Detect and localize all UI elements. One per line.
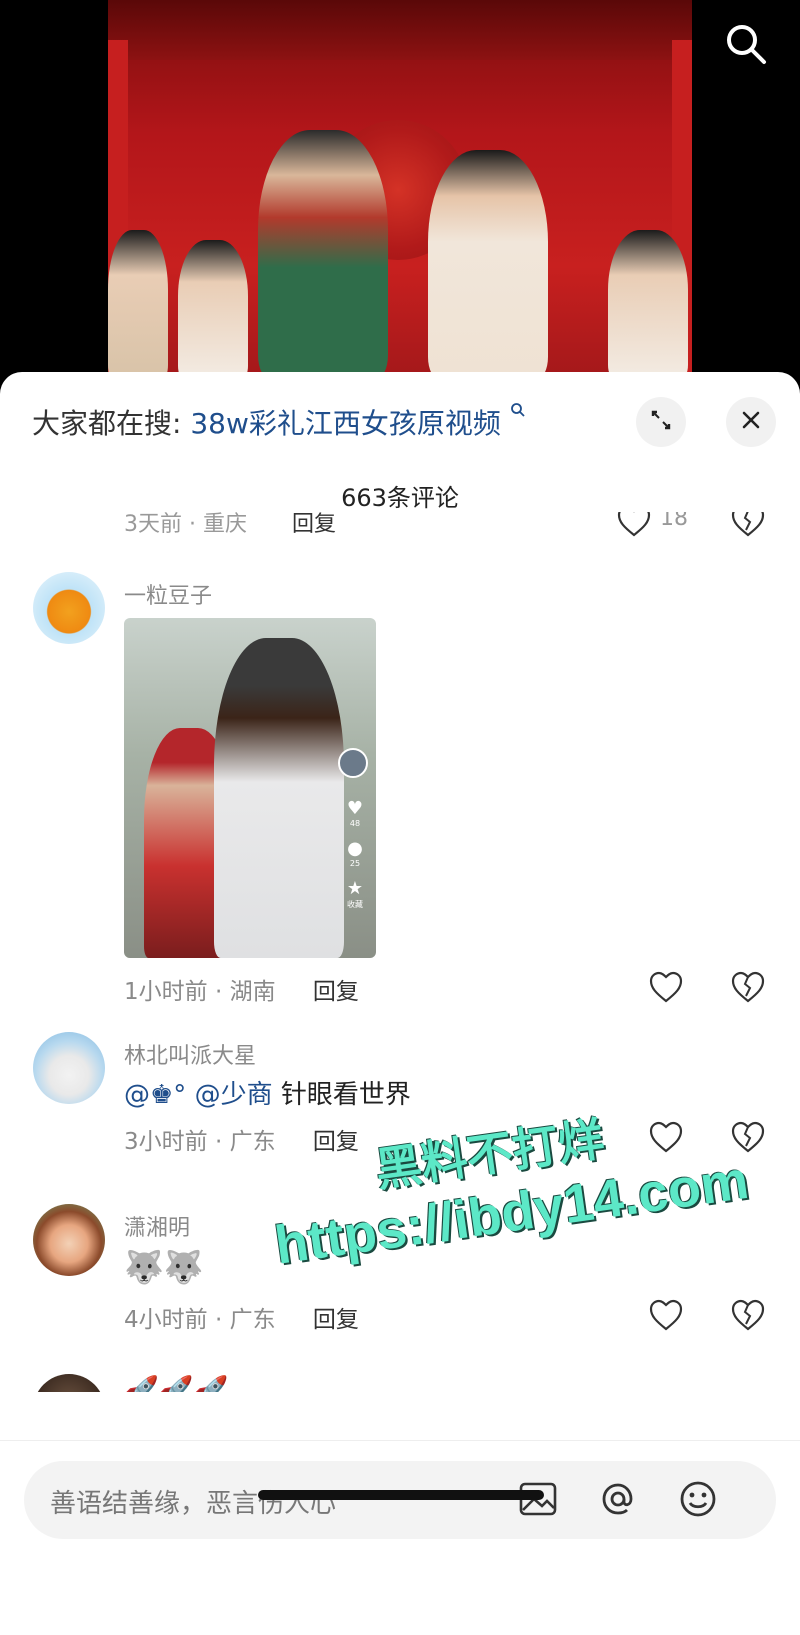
stage-roof — [108, 0, 692, 60]
comment-item: 一粒豆子 ♥ 48 ● 25 ★ 收藏 1小时前 · 湖南 回复 — [0, 572, 800, 1005]
expand-icon — [649, 408, 673, 436]
person-host — [258, 130, 388, 380]
username[interactable]: 潇湘明 — [124, 1210, 190, 1242]
reply-button[interactable]: 回复 — [292, 512, 336, 537]
star-icon: ★ — [346, 878, 364, 899]
comment-meta: 1小时前 · 湖南 回复 — [124, 972, 359, 1006]
emoji-icon[interactable] — [676, 1477, 720, 1521]
person-guest — [428, 150, 548, 380]
comment-panel: 大家都在搜: 38w彩礼江西女孩原视频 663条评论 3天前 · 重庆 回复 1… — [0, 372, 800, 1635]
expand-button[interactable] — [636, 397, 686, 447]
comment-meta: 3天前 · 重庆 回复 — [124, 512, 336, 538]
like-button[interactable] — [648, 970, 684, 1006]
mention[interactable]: @少商 — [195, 1080, 273, 1110]
person-audience — [178, 240, 248, 380]
search-icon — [510, 403, 526, 422]
like-button[interactable] — [648, 1298, 684, 1334]
comment-input-bar: 善语结善缘，恶言伤人心 — [0, 1440, 800, 1635]
avatar[interactable] — [33, 1032, 105, 1104]
image-favorite-label: 收藏 — [347, 900, 363, 909]
heart-icon: ♥ — [346, 798, 364, 819]
like-count: 18 — [660, 512, 688, 531]
comment-item: 🚀🚀🚀 — [0, 1374, 800, 1392]
home-indicator — [258, 1490, 544, 1500]
trending-search[interactable]: 大家都在搜: 38w彩礼江西女孩原视频 — [32, 402, 526, 442]
comment-emoji: 🚀🚀🚀 — [124, 1374, 229, 1392]
image-side-actions: ♥ 48 ● 25 ★ 收藏 — [344, 798, 366, 910]
person-audience — [108, 230, 168, 380]
comment-body: 针眼看世界 — [280, 1080, 411, 1110]
comment-meta: 4小时前 · 广东 回复 — [124, 1300, 359, 1334]
close-button[interactable] — [726, 397, 776, 447]
search-icon[interactable] — [722, 20, 770, 68]
mention-emoji: ♚° — [150, 1080, 187, 1110]
video-frame — [108, 0, 692, 380]
comment-list: 3天前 · 重庆 回复 18 一粒豆子 ♥ 48 ● 25 ★ 收藏 1小时前 … — [0, 512, 800, 1392]
username[interactable]: 一粒豆子 — [124, 578, 212, 610]
comment-count: 663条评论 — [341, 484, 459, 512]
avatar[interactable] — [33, 1204, 105, 1276]
dislike-button[interactable] — [730, 512, 766, 544]
comment-emoji: 🐺🐺 — [124, 1248, 204, 1286]
like-button[interactable] — [616, 512, 652, 544]
creator-avatar — [338, 748, 368, 778]
comment-icon: ● — [347, 838, 363, 859]
avatar[interactable] — [33, 1374, 105, 1392]
comment-input[interactable]: 善语结善缘，恶言伤人心 — [24, 1461, 776, 1539]
at-icon[interactable] — [596, 1477, 640, 1521]
close-icon — [739, 408, 763, 436]
comment-image[interactable]: ♥ 48 ● 25 ★ 收藏 — [124, 618, 376, 958]
comment-text: @♚° @少商 针眼看世界 — [124, 1074, 411, 1111]
person-audience — [608, 230, 688, 380]
dislike-button[interactable] — [730, 1298, 766, 1334]
comment-time-location: 1小时前 · 湖南 — [124, 979, 276, 1005]
photo-person — [214, 638, 344, 958]
comment-time-location: 3天前 · 重庆 — [124, 512, 247, 537]
image-comment-count: 25 — [349, 859, 361, 868]
reply-button[interactable]: 回复 — [313, 1307, 359, 1333]
reply-button[interactable]: 回复 — [313, 979, 359, 1005]
comment-time-location: 4小时前 · 广东 — [124, 1307, 276, 1333]
mention[interactable]: @ — [124, 1080, 150, 1110]
video-player[interactable] — [0, 0, 800, 380]
dislike-button[interactable] — [730, 970, 766, 1006]
comment-input-placeholder: 善语结善缘，恶言伤人心 — [50, 1489, 337, 1519]
image-like-count: 48 — [349, 819, 361, 828]
comment-time-location: 3小时前 · 广东 — [124, 1129, 276, 1155]
trending-keyword[interactable]: 38w彩礼江西女孩原视频 — [190, 407, 501, 440]
avatar[interactable] — [33, 572, 105, 644]
username[interactable]: 林北叫派大星 — [124, 1038, 256, 1070]
trending-prefix: 大家都在搜: — [32, 407, 182, 440]
